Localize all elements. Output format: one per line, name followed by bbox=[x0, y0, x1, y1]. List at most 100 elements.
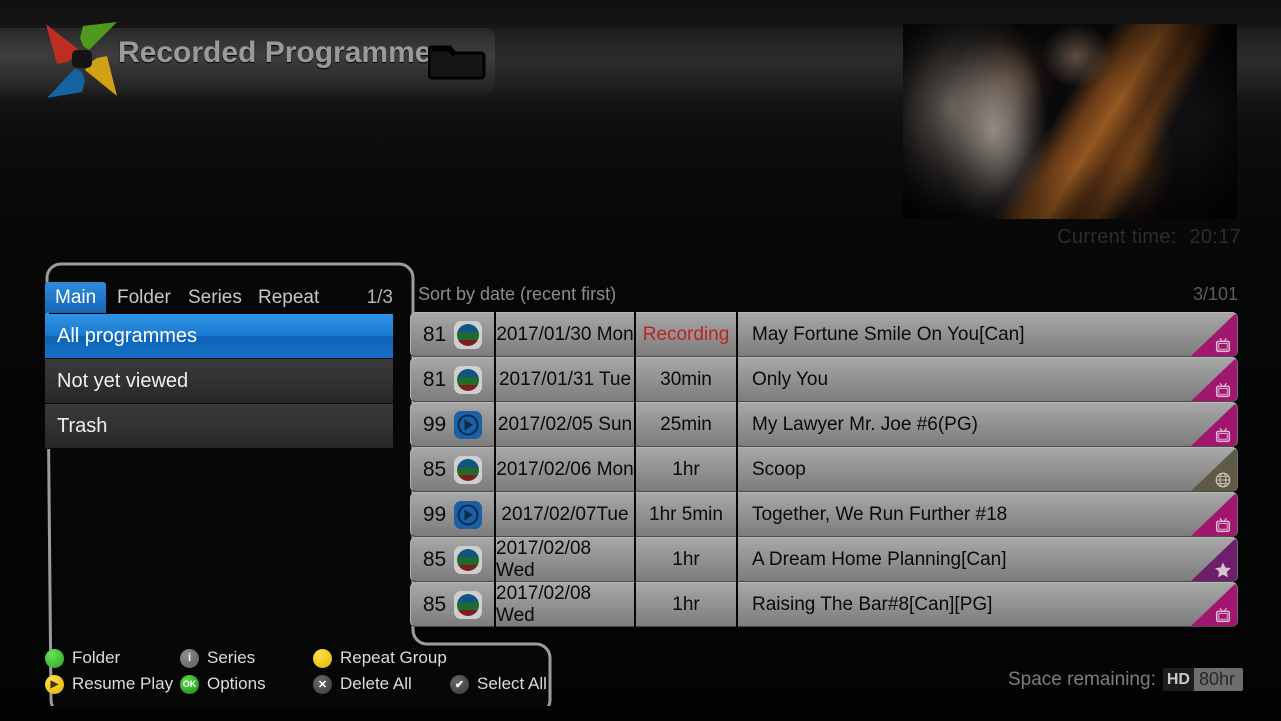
row-duration: 25min bbox=[636, 402, 736, 447]
current-time-label: Current time: bbox=[1057, 226, 1177, 248]
row-date: 2017/02/05 Sun bbox=[496, 402, 634, 447]
legend-repeat-label: Repeat Group bbox=[340, 648, 447, 667]
category-item-not-yet-viewed[interactable]: Not yet viewed bbox=[45, 359, 393, 404]
tv-icon bbox=[1215, 517, 1231, 533]
tab-folder[interactable]: Folder bbox=[107, 282, 181, 313]
sort-label[interactable]: Sort by date (recent first) bbox=[418, 284, 616, 305]
row-date: 2017/02/08 Wed bbox=[496, 582, 634, 627]
row-title-text: Raising The Bar#8[Can][PG] bbox=[752, 593, 993, 615]
video-preview[interactable] bbox=[903, 24, 1237, 219]
table-row[interactable]: 99 2017/02/05 Sun 25min My Lawyer Mr. Joe #… bbox=[410, 402, 1238, 447]
row-corner-badge bbox=[1191, 493, 1237, 536]
tv-recordings-screen: Recorded Programmes Current time: 20:17 … bbox=[0, 0, 1281, 721]
row-title: Together, We Run Further #18 bbox=[738, 492, 1238, 537]
current-time: Current time: 20:17 bbox=[1057, 226, 1241, 249]
close-circle-icon: ✕ bbox=[313, 674, 332, 694]
legend-delete-label: Delete All bbox=[340, 674, 412, 693]
legend-delete-all[interactable]: ✕ Delete All bbox=[313, 671, 412, 697]
tv-icon bbox=[1215, 607, 1231, 623]
table-row[interactable]: 99 2017/02/07Tue 1hr 5min Together, We Run … bbox=[410, 492, 1238, 537]
current-time-value: 20:17 bbox=[1189, 226, 1241, 248]
check-circle-icon: ✔ bbox=[450, 674, 469, 694]
row-title: Only You bbox=[738, 357, 1238, 402]
yellow-circle-icon bbox=[313, 648, 332, 668]
blue-play-icon bbox=[454, 410, 483, 439]
ok-button-icon: OK bbox=[180, 674, 199, 694]
legend-row-1: Folder i Series Repeat Group bbox=[45, 645, 545, 671]
preview-vignette bbox=[903, 24, 1237, 219]
legend-repeat-group[interactable]: Repeat Group bbox=[313, 645, 447, 671]
blue-play-icon bbox=[454, 500, 483, 529]
hd-badge: HD bbox=[1162, 668, 1194, 691]
page-title: Recorded Programmes bbox=[118, 36, 449, 69]
row-channel: 81 bbox=[410, 357, 494, 402]
row-channel: 85 bbox=[410, 582, 494, 627]
space-remaining-value: 80hr bbox=[1198, 669, 1235, 689]
table-row[interactable]: 85 2017/02/06 Mon 1hr Scoop bbox=[410, 447, 1238, 492]
row-duration: 30min bbox=[636, 357, 736, 402]
open-folder-icon bbox=[428, 45, 486, 80]
row-date: 2017/02/08 Wed bbox=[496, 537, 634, 582]
row-title: A Dream Home Planning[Can] bbox=[738, 537, 1238, 582]
play-circle-icon: ▶ bbox=[45, 674, 64, 694]
row-corner-badge bbox=[1191, 358, 1237, 401]
row-channel: 81 bbox=[410, 312, 494, 357]
row-duration: 1hr bbox=[636, 537, 736, 582]
category-item-trash[interactable]: Trash bbox=[45, 404, 393, 449]
row-channel-number: 85 bbox=[422, 457, 447, 481]
row-channel-number: 85 bbox=[422, 592, 447, 616]
legend-series-label: Series bbox=[207, 648, 256, 667]
row-corner-badge bbox=[1191, 403, 1237, 446]
row-channel-number: 99 bbox=[422, 412, 447, 436]
table-row[interactable]: 85 2017/02/08 Wed 1hr Raising The Bar#8[Can… bbox=[410, 582, 1238, 627]
table-row[interactable]: 81 2017/01/31 Tue 30min Only You bbox=[410, 357, 1238, 402]
legend-options[interactable]: OK Options bbox=[180, 671, 266, 697]
row-corner-badge bbox=[1191, 448, 1237, 491]
row-channel-number: 85 bbox=[422, 547, 447, 571]
row-channel: 85 bbox=[410, 447, 494, 492]
tricolor-circle-icon bbox=[454, 365, 483, 394]
row-title-text: Only You bbox=[752, 368, 829, 390]
row-duration: 1hr 5min bbox=[636, 492, 736, 537]
tab-series[interactable]: Series bbox=[178, 282, 252, 313]
tv-icon bbox=[1215, 427, 1231, 443]
row-title-text: Together, We Run Further #18 bbox=[752, 503, 1008, 525]
green-circle-icon bbox=[45, 648, 64, 668]
row-corner-badge bbox=[1191, 583, 1237, 626]
row-title: May Fortune Smile On You[Can] bbox=[738, 312, 1238, 357]
row-channel-number: 99 bbox=[422, 502, 447, 526]
row-title: Raising The Bar#8[Can][PG] bbox=[738, 582, 1238, 627]
panel-tabs: Main Folder Series Repeat 1/3 bbox=[45, 282, 393, 313]
legend-select-all[interactable]: ✔ Select All bbox=[450, 671, 547, 697]
row-title: My Lawyer Mr. Joe #6(PG) bbox=[738, 402, 1238, 447]
star-icon bbox=[1215, 562, 1231, 578]
row-title-text: Scoop bbox=[752, 458, 806, 480]
list-header: Sort by date (recent first) 3/101 bbox=[418, 284, 1238, 308]
tab-repeat[interactable]: Repeat bbox=[248, 282, 329, 313]
row-duration: 1hr bbox=[636, 447, 736, 492]
info-circle-icon: i bbox=[180, 648, 199, 668]
row-date: 2017/01/31 Tue bbox=[496, 357, 634, 402]
row-title: Scoop bbox=[738, 447, 1238, 492]
pinwheel-star-logo bbox=[46, 22, 117, 98]
legend-folder[interactable]: Folder bbox=[45, 645, 120, 671]
row-date: 2017/02/07Tue bbox=[496, 492, 634, 537]
legend-folder-label: Folder bbox=[72, 648, 121, 667]
row-channel-number: 81 bbox=[422, 322, 447, 346]
row-title-text: My Lawyer Mr. Joe #6(PG) bbox=[752, 413, 978, 435]
legend-series[interactable]: i Series bbox=[180, 645, 255, 671]
space-remaining-badge: HD 80hr bbox=[1162, 668, 1243, 691]
table-row[interactable]: 85 2017/02/08 Wed 1hr A Dream Home Planning… bbox=[410, 537, 1238, 582]
table-row[interactable]: 81 2017/01/30 Mon Recording May Fortune Smi… bbox=[410, 312, 1238, 357]
legend-select-label: Select All bbox=[477, 674, 547, 693]
category-item-all-programmes[interactable]: All programmes bbox=[45, 314, 393, 359]
row-title-text: May Fortune Smile On You[Can] bbox=[752, 323, 1025, 345]
row-duration: 1hr bbox=[636, 582, 736, 627]
category-list: All programmes Not yet viewed Trash bbox=[45, 314, 393, 449]
row-channel: 99 bbox=[410, 402, 494, 447]
tab-main[interactable]: Main bbox=[45, 282, 107, 313]
globe-icon bbox=[1215, 472, 1231, 488]
row-channel: 85 bbox=[410, 537, 494, 582]
tv-icon bbox=[1215, 337, 1231, 353]
legend-resume-play[interactable]: ▶ Resume Play bbox=[45, 671, 173, 697]
